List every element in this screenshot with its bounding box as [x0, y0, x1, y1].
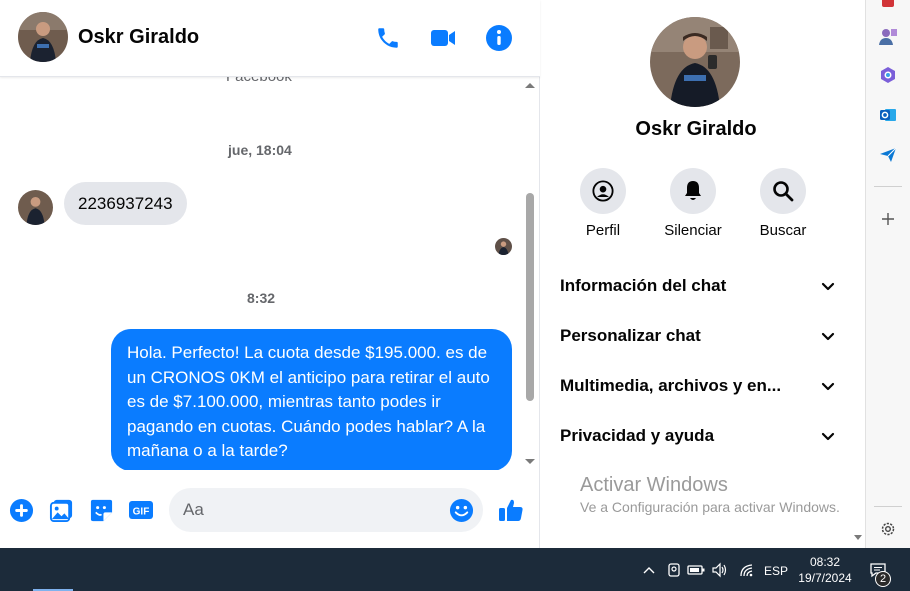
activate-windows-title: Activar Windows: [580, 474, 728, 496]
bell-icon[interactable]: [670, 168, 716, 214]
wifi-icon[interactable]: [737, 560, 757, 580]
info-icon[interactable]: [485, 24, 513, 52]
clock-date: 19/7/2024: [798, 571, 852, 585]
chevron-down-icon: [821, 282, 835, 291]
timestamp: jue, 18:04: [228, 142, 292, 158]
profile-icon[interactable]: [580, 168, 626, 214]
add-sidebar-app-icon[interactable]: [878, 209, 898, 229]
partial-system-text: Facebook: [226, 77, 292, 85]
phone-icon[interactable]: [374, 24, 402, 52]
svg-text:GIF: GIF: [133, 507, 150, 518]
chevron-up-icon[interactable]: [639, 560, 659, 580]
messenger-window: Oskr Giraldo Facebook jue, 18:04 2236937…: [0, 0, 910, 591]
profile-action-label: Perfil: [585, 222, 621, 239]
outgoing-message[interactable]: Hola. Perfecto! La cuota desde $195.000.…: [111, 329, 512, 470]
gif-icon[interactable]: GIF: [128, 497, 154, 523]
mute-action-label: Silenciar: [664, 222, 722, 239]
sidebar-separator: [874, 186, 902, 187]
profile-action[interactable]: Perfil: [558, 168, 648, 239]
timestamp: 8:32: [247, 290, 276, 306]
games-icon[interactable]: [878, 26, 898, 46]
section-chat-info[interactable]: Información del chat: [560, 271, 836, 301]
clock-time: 08:32: [809, 555, 841, 569]
sticker-icon[interactable]: [88, 497, 114, 523]
chevron-down-icon: [821, 432, 835, 441]
panel-scrollbar[interactable]: [852, 0, 865, 548]
section-label: Información del chat: [560, 276, 727, 295]
send-icon[interactable]: [878, 145, 898, 165]
scroll-up-arrow-icon[interactable]: [525, 83, 535, 88]
copilot-icon[interactable]: [878, 65, 898, 85]
chat-header: Oskr Giraldo: [0, 0, 540, 77]
notification-count-badge: 2: [875, 571, 891, 587]
section-customize-chat[interactable]: Personalizar chat: [560, 321, 836, 351]
panel-contact-name: Oskr Giraldo: [635, 118, 757, 140]
sender-avatar[interactable]: [18, 190, 53, 225]
message-list[interactable]: Facebook jue, 18:04 2236937243 8:32 Hola…: [0, 77, 522, 470]
section-label: Multimedia, archivos y en...: [560, 376, 782, 395]
mute-action[interactable]: Silenciar: [648, 168, 738, 239]
meet-now-icon[interactable]: [664, 560, 684, 580]
language-indicator[interactable]: ESP: [764, 564, 788, 578]
seen-indicator-avatar: [495, 238, 512, 255]
message-input[interactable]: [169, 488, 483, 532]
settings-gear-icon[interactable]: [878, 519, 898, 539]
contact-name[interactable]: Oskr Giraldo: [78, 26, 199, 49]
chevron-down-icon: [821, 332, 835, 341]
panel-scroll-down-arrow-icon[interactable]: [854, 535, 862, 540]
section-label: Privacidad y ayuda: [560, 426, 715, 445]
section-media-files[interactable]: Multimedia, archivos y en...: [560, 371, 836, 401]
contact-avatar[interactable]: [18, 12, 68, 62]
speaker-icon[interactable]: [710, 560, 730, 580]
section-label: Personalizar chat: [560, 326, 701, 345]
search-action[interactable]: Buscar: [738, 168, 828, 239]
sidebar-separator: [874, 506, 902, 507]
outlook-icon[interactable]: [878, 105, 898, 125]
search-icon[interactable]: [760, 168, 806, 214]
messages-scrollbar[interactable]: [522, 77, 539, 470]
panel-contact-avatar[interactable]: [650, 17, 740, 107]
taskbar-clock[interactable]: 08:32 19/7/2024: [796, 554, 854, 586]
scroll-thumb[interactable]: [526, 193, 534, 401]
like-icon[interactable]: [498, 497, 524, 523]
section-privacy-help[interactable]: Privacidad y ayuda: [560, 421, 836, 451]
photo-icon[interactable]: [48, 497, 74, 523]
shopping-icon[interactable]: [878, 0, 898, 12]
incoming-message[interactable]: 2236937243: [64, 182, 187, 225]
chevron-down-icon: [821, 382, 835, 391]
activate-windows-subtitle: Ve a Configuración para activar Windows.: [580, 499, 840, 515]
battery-icon[interactable]: [686, 560, 706, 580]
add-icon[interactable]: [8, 497, 34, 523]
video-camera-icon[interactable]: [429, 24, 457, 52]
search-action-label: Buscar: [759, 222, 807, 239]
scroll-down-arrow-icon[interactable]: [525, 459, 535, 464]
emoji-icon[interactable]: [448, 497, 474, 523]
